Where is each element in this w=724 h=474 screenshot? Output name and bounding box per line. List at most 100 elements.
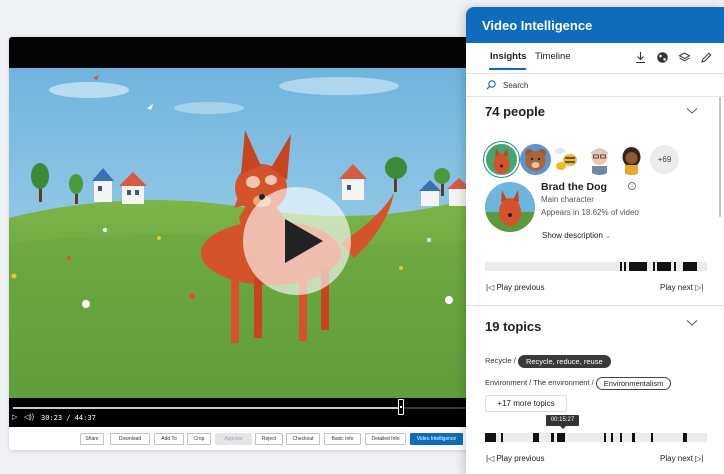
people-play-next-label: Play next xyxy=(660,283,693,292)
dog-avatar-image xyxy=(486,144,517,175)
timeline-segment xyxy=(551,433,554,442)
topic-chip-selected[interactable]: Recycle, reduce, reuse xyxy=(517,354,611,368)
video-viewport[interactable]: ▷ ◁)) 30:23 / 44:37 xyxy=(9,37,471,427)
timeline-segment xyxy=(653,262,655,271)
grandpa-avatar-image xyxy=(584,144,615,175)
progress-fill xyxy=(13,407,402,409)
timeline-segment xyxy=(620,433,622,442)
download-icon[interactable] xyxy=(634,51,647,64)
person-appearance-timeline[interactable] xyxy=(485,262,707,271)
people-play-previous-label: Play previous xyxy=(496,283,545,292)
timeline-tooltip: 00:15:27 xyxy=(546,415,579,429)
panel-scrollbar[interactable] xyxy=(719,97,721,217)
info-icon[interactable]: i xyxy=(628,182,636,190)
insights-search[interactable]: Search xyxy=(466,73,724,97)
layers-icon[interactable] xyxy=(678,51,691,64)
play-icon xyxy=(285,219,323,263)
search-placeholder: Search xyxy=(503,81,529,90)
topic-appearance-timeline[interactable] xyxy=(485,433,707,442)
bear-avatar-image xyxy=(520,144,551,175)
skip-next-icon: ▷| xyxy=(692,454,704,463)
basic-info-button[interactable]: Basic Info xyxy=(324,433,361,445)
timeline-segment xyxy=(657,262,671,271)
insights-content: 74 people +69 Brad the Dog i Main charac… xyxy=(466,97,724,474)
bees-avatar-image xyxy=(552,142,583,173)
video-player-card: ▷ ◁)) 30:23 / 44:37 Share Download Add T… xyxy=(9,37,471,450)
more-topics-button[interactable]: +17 more topics xyxy=(485,395,567,412)
timeline-segment xyxy=(620,262,622,271)
topics-play-next-label: Play next xyxy=(660,454,693,463)
detailed-info-button[interactable]: Detailed Info xyxy=(365,433,406,445)
avatar-bear[interactable] xyxy=(520,144,551,175)
selected-person-avatar xyxy=(485,182,535,232)
dog-portrait-image xyxy=(485,182,535,232)
share-button[interactable]: Share xyxy=(80,433,104,445)
panel-tabs: Insights Timeline xyxy=(466,43,724,73)
panel-title: Video Intelligence xyxy=(482,18,593,33)
player-controls: ▷ ◁)) 30:23 / 44:37 xyxy=(9,398,471,427)
time-readout: 30:23 / 44:37 xyxy=(41,414,96,422)
download-button[interactable]: Download xyxy=(110,433,150,445)
topics-play-next[interactable]: Play next ▷| xyxy=(660,454,703,464)
people-play-previous[interactable]: |◁ Play previous xyxy=(486,283,544,293)
active-tab-indicator xyxy=(489,68,526,70)
globe-language-icon[interactable] xyxy=(656,51,669,64)
search-icon xyxy=(486,80,496,90)
chevron-down-small-icon: ⌄ xyxy=(605,233,612,240)
timeline-segment xyxy=(651,433,653,442)
person-appearance: Appears in 18.62% of video xyxy=(541,208,639,217)
checkout-button[interactable]: Checkout xyxy=(286,433,320,445)
topic-row-recycle: Recycle / Recycle, reduce, reuse xyxy=(485,354,611,368)
video-intelligence-panel: Video Intelligence Insights Timeline Sea… xyxy=(466,7,724,474)
topic-row-environment: Environment / The environment / Environm… xyxy=(485,376,672,390)
avatar-brad-the-dog[interactable] xyxy=(486,144,517,175)
topic-chip[interactable]: Environmentalism xyxy=(595,376,672,390)
chevron-down-icon[interactable] xyxy=(686,107,698,115)
play-pause-icon[interactable]: ▷ xyxy=(12,413,17,423)
progress-bar[interactable] xyxy=(13,399,467,415)
show-description-label: Show description xyxy=(542,231,603,240)
crop-button[interactable]: Crop xyxy=(187,433,211,445)
tab-timeline[interactable]: Timeline xyxy=(535,51,571,63)
topics-play-previous-label: Play previous xyxy=(496,454,545,463)
timeline-segment xyxy=(533,433,539,442)
chevron-down-icon[interactable] xyxy=(686,319,698,327)
skip-previous-icon: |◁ xyxy=(486,283,497,292)
avatar-grandpa[interactable] xyxy=(584,144,615,175)
topic-path: Recycle / xyxy=(485,356,516,365)
timeline-segment xyxy=(501,433,503,442)
person-name: Brad the Dog xyxy=(541,181,607,193)
edit-pencil-icon[interactable] xyxy=(700,51,713,64)
tab-insights[interactable]: Insights xyxy=(490,51,526,63)
timeline-segment xyxy=(632,433,635,442)
timeline-segment xyxy=(683,433,687,442)
video-intelligence-button[interactable]: Video Intelligence xyxy=(410,433,463,445)
topic-path: Environment / The environment / xyxy=(485,378,594,387)
volume-icon[interactable]: ◁)) xyxy=(24,413,34,423)
show-description-link[interactable]: Show description ⌄ xyxy=(542,231,611,242)
timeline-segment xyxy=(611,433,613,442)
topics-play-previous[interactable]: |◁ Play previous xyxy=(486,454,544,464)
approve-button[interactable]: Approve xyxy=(215,433,252,445)
person-role: Main character xyxy=(541,195,594,204)
timeline-segment xyxy=(485,433,496,442)
avatar-bees[interactable] xyxy=(552,142,583,173)
skip-next-icon: ▷| xyxy=(692,283,704,292)
timeline-segment xyxy=(557,433,565,442)
topics-section-title: 19 topics xyxy=(485,319,542,334)
video-frame-scene xyxy=(9,68,471,398)
timeline-segment xyxy=(683,262,697,271)
asset-actions-bar: Share Download Add To Crop Approve Rejec… xyxy=(9,427,471,450)
section-divider xyxy=(466,305,724,306)
avatar-girl[interactable] xyxy=(616,144,647,175)
play-overlay-button[interactable] xyxy=(243,187,351,295)
girl-avatar-image xyxy=(616,144,647,175)
people-section-title: 74 people xyxy=(485,104,545,119)
add-to-button[interactable]: Add To xyxy=(154,433,184,445)
scrub-handle[interactable] xyxy=(398,399,405,415)
panel-header: Video Intelligence xyxy=(466,7,724,43)
people-play-next[interactable]: Play next ▷| xyxy=(660,283,703,293)
more-people-badge[interactable]: +69 xyxy=(650,145,679,174)
reject-button[interactable]: Reject xyxy=(255,433,283,445)
timeline-segment xyxy=(604,433,606,442)
